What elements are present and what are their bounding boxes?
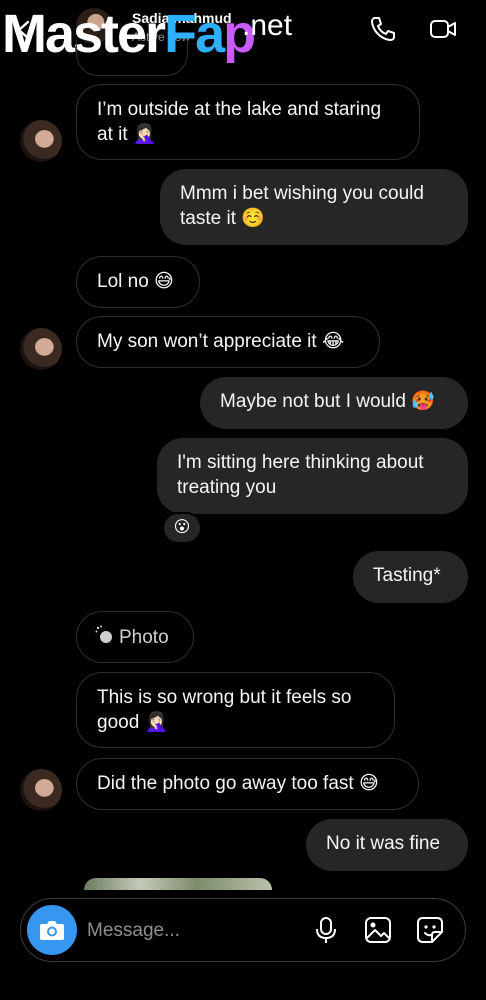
camera-button[interactable] xyxy=(27,905,77,955)
message-received[interactable]: This is so wrong but it feels so good 🤦🏻… xyxy=(76,672,395,748)
gallery-icon[interactable] xyxy=(363,915,393,945)
sticker-icon[interactable] xyxy=(415,915,445,945)
message-sent[interactable]: I'm sitting here thinking about treating… xyxy=(157,438,468,514)
message-reaction[interactable]: 😮 xyxy=(162,512,202,544)
avatar[interactable] xyxy=(20,769,62,811)
camera-icon xyxy=(40,921,64,940)
video-camera-icon[interactable] xyxy=(428,14,458,44)
chat-header: Sadia mahmud Active now MasterFap .net xyxy=(0,0,486,70)
message-received[interactable]: Did the photo go away too fast 😅 xyxy=(76,758,419,810)
avatar[interactable] xyxy=(20,120,62,162)
message-received[interactable]: Lol no 😅 xyxy=(76,256,200,308)
avatar[interactable] xyxy=(20,328,62,370)
microphone-icon[interactable] xyxy=(311,915,341,945)
image-message-preview[interactable] xyxy=(84,878,272,890)
message-input[interactable] xyxy=(87,917,297,945)
previous-message-bubble xyxy=(76,40,188,76)
message-received[interactable]: My son won’t appreciate it 😂 xyxy=(76,316,380,368)
message-received[interactable]: I’m outside at the lake and staring at i… xyxy=(76,84,420,160)
message-composer xyxy=(20,898,466,962)
message-sent[interactable]: Maybe not but I would 🥵 xyxy=(200,377,468,429)
loading-spinner-icon xyxy=(95,625,112,643)
message-sent[interactable]: Mmm i bet wishing you could taste it ☺️ xyxy=(160,169,468,245)
message-sent[interactable]: No it was fine xyxy=(306,819,468,871)
phone-icon[interactable] xyxy=(368,14,398,44)
photo-message[interactable]: Photo xyxy=(76,611,194,663)
message-sent[interactable]: Tasting* xyxy=(353,551,468,603)
